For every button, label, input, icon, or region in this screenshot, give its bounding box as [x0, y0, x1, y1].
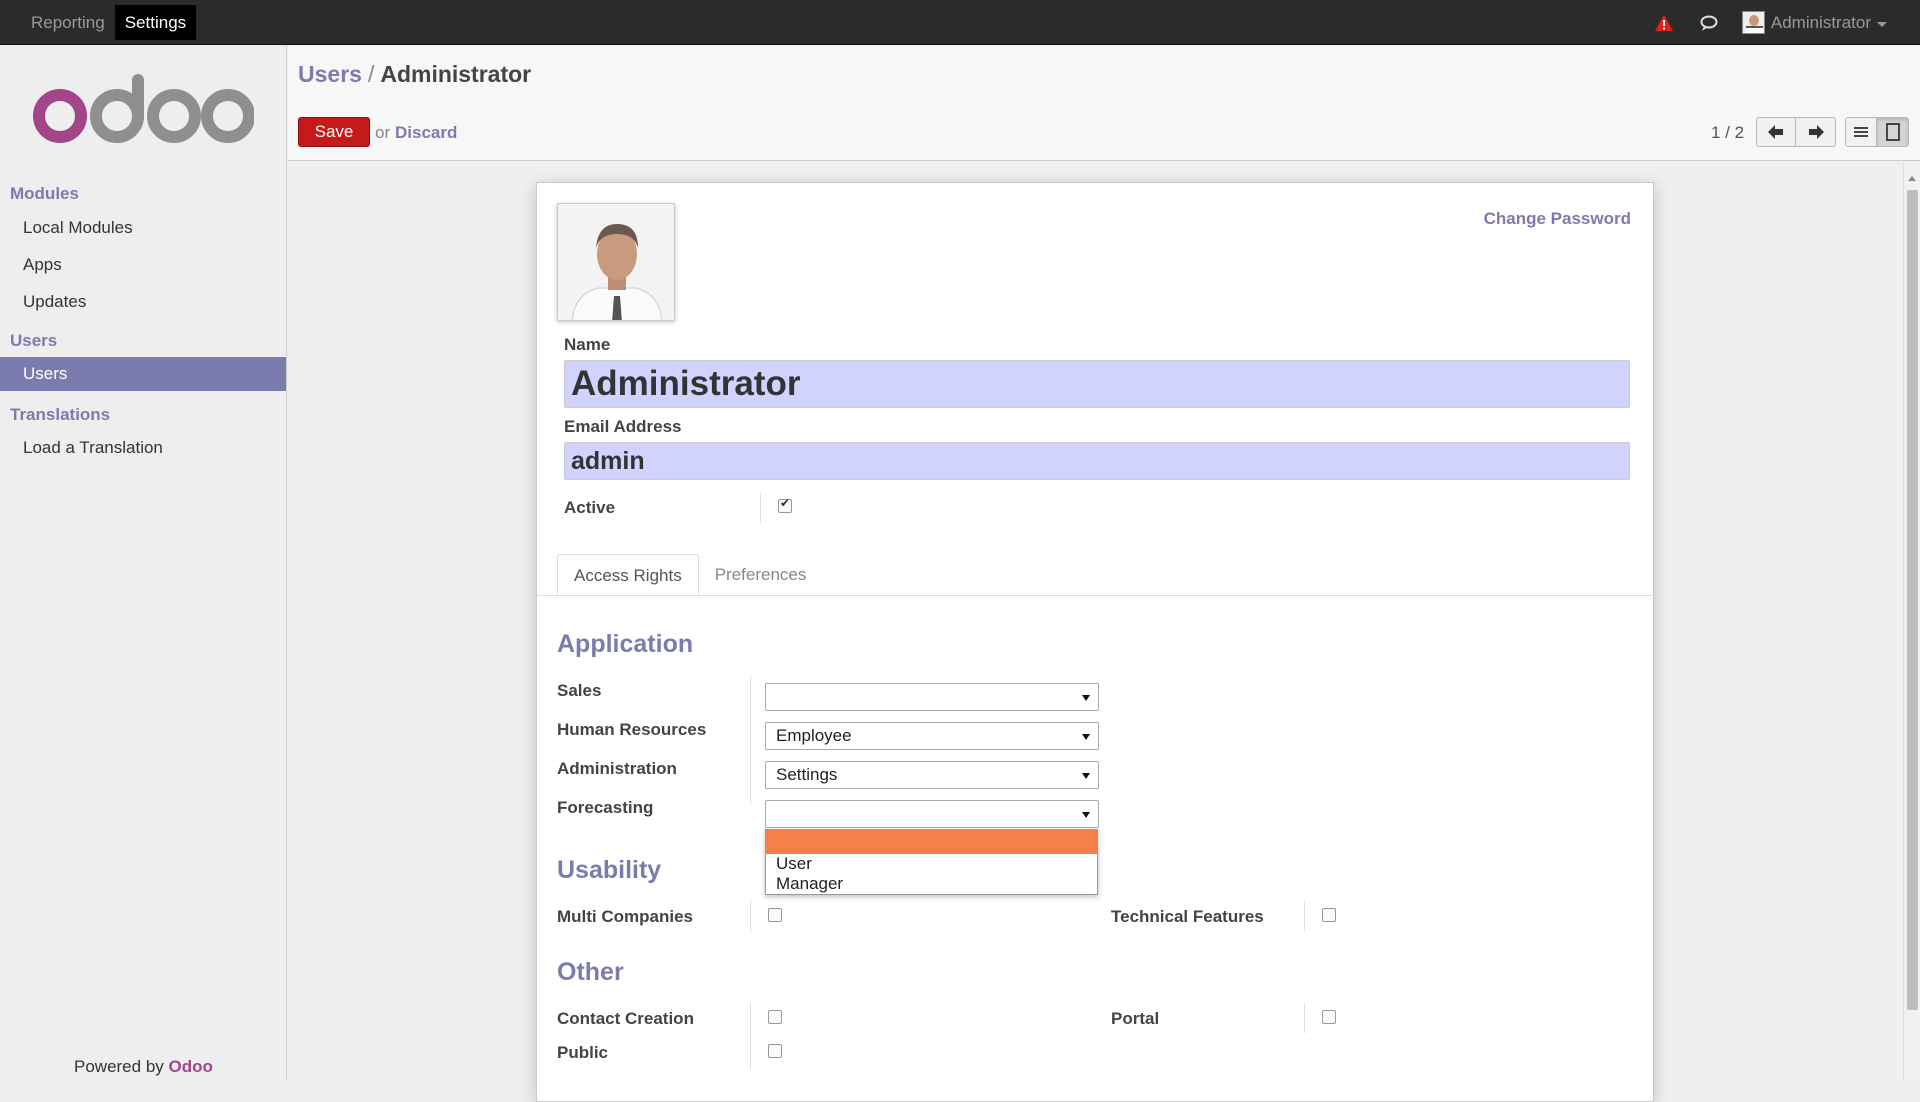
or-label: or — [375, 123, 391, 142]
divider — [760, 493, 761, 523]
arrow-left-icon — [1768, 125, 1783, 139]
tab-preferences[interactable]: Preferences — [699, 554, 823, 595]
sales-select[interactable] — [765, 683, 1099, 711]
form-view-button[interactable] — [1877, 117, 1909, 147]
divider — [750, 901, 751, 931]
pager-next-button[interactable] — [1796, 117, 1836, 147]
portal-label: Portal — [1111, 1009, 1160, 1028]
name-input[interactable]: Administrator — [564, 360, 1630, 408]
sidebar-section-modules: Modules — [10, 184, 79, 203]
sales-label: Sales — [557, 681, 602, 700]
divider — [750, 1003, 751, 1069]
user-photo[interactable] — [557, 203, 675, 321]
public-label: Public — [557, 1043, 609, 1062]
sidebar-item-updates[interactable]: Updates — [0, 285, 286, 319]
tab-access-rights[interactable]: Access Rights — [557, 554, 699, 595]
multi-companies-checkbox[interactable] — [768, 908, 782, 922]
sidebar-section-users: Users — [10, 331, 58, 350]
menu-reporting[interactable]: Reporting — [21, 5, 115, 40]
divider — [1304, 1003, 1305, 1033]
scrollbar-thumb[interactable] — [1907, 190, 1918, 1010]
vertical-scrollbar[interactable] — [1903, 162, 1920, 1080]
divider — [1304, 901, 1305, 931]
contact-creation-checkbox[interactable] — [768, 1010, 782, 1024]
powered-by-link[interactable]: Odoo — [169, 1057, 213, 1076]
portal-checkbox[interactable] — [1322, 1010, 1336, 1024]
app-menu: Reporting Settings — [21, 5, 197, 40]
email-input[interactable]: admin — [564, 442, 1630, 480]
active-checkbox[interactable] — [778, 496, 792, 513]
user-menu-label[interactable]: Administrator — [1771, 13, 1871, 33]
sidebar-item-users[interactable]: Users — [0, 357, 286, 391]
scroll-up-icon[interactable] — [1908, 176, 1916, 181]
sidebar-item-apps[interactable]: Apps — [0, 248, 286, 282]
name-label: Name — [564, 335, 611, 354]
top-navbar: Reporting Settings Administrator — [0, 0, 1920, 45]
sidebar-section-translations: Translations — [10, 405, 111, 424]
breadcrumb-users-link[interactable]: Users — [298, 61, 362, 87]
form-tabs: Access Rights Preferences — [557, 554, 822, 596]
breadcrumb: Users / Administrator — [298, 61, 531, 88]
administration-select[interactable]: Settings — [765, 761, 1099, 789]
forecasting-label: Forecasting — [557, 798, 654, 817]
usability-section-title: Usability — [557, 856, 662, 884]
list-icon — [1854, 127, 1868, 137]
chat-icon[interactable] — [1700, 14, 1720, 32]
pager-value[interactable]: 1 / 2 — [1711, 123, 1744, 143]
arrow-right-icon — [1808, 125, 1824, 139]
list-view-button[interactable] — [1845, 117, 1877, 147]
pager-previous-button[interactable] — [1756, 117, 1796, 147]
powered-by: Powered by Odoo — [74, 1057, 213, 1077]
warning-icon[interactable] — [1654, 14, 1674, 32]
sidebar-item-load-translation[interactable]: Load a Translation — [0, 431, 286, 465]
divider — [750, 677, 751, 803]
user-portrait-image — [558, 204, 674, 320]
application-section-title: Application — [557, 630, 694, 658]
active-label: Active — [564, 498, 616, 517]
other-section-title: Other — [557, 958, 624, 986]
contact-creation-label: Contact Creation — [557, 1009, 694, 1028]
forecasting-dropdown-list: User Manager — [765, 829, 1098, 895]
human-resources-label: Human Resources — [557, 720, 707, 739]
powered-by-prefix: Powered by — [74, 1057, 164, 1076]
odoo-logo — [33, 74, 254, 143]
forecasting-select[interactable] — [765, 800, 1099, 828]
form-sheet: Change Password Name Administrator Email… — [536, 182, 1654, 1102]
sidebar-item-local-modules[interactable]: Local Modules — [0, 211, 286, 245]
user-avatar[interactable] — [1741, 11, 1765, 34]
dropdown-option-empty[interactable] — [766, 830, 1097, 854]
pager-buttons — [1756, 117, 1836, 147]
change-password-button[interactable]: Change Password — [1484, 209, 1631, 229]
administration-label: Administration — [557, 759, 677, 778]
save-button[interactable]: Save — [298, 117, 370, 147]
breadcrumb-current: Administrator — [380, 61, 532, 87]
breadcrumb-separator: / — [367, 61, 375, 87]
multi-companies-label: Multi Companies — [557, 907, 694, 926]
dropdown-option-manager[interactable]: Manager — [766, 874, 1097, 894]
chevron-down-icon[interactable] — [1877, 22, 1887, 27]
technical-features-label: Technical Features — [1111, 907, 1264, 926]
email-label: Email Address — [564, 417, 682, 436]
form-icon — [1885, 123, 1900, 141]
technical-features-checkbox[interactable] — [1322, 908, 1336, 922]
view-switcher — [1845, 117, 1909, 147]
sidebar: Modules Local Modules Apps Updates Users… — [0, 45, 287, 1080]
form-content-area: Change Password Name Administrator Email… — [288, 162, 1920, 1102]
human-resources-select[interactable]: Employee — [765, 722, 1099, 750]
discard-button[interactable]: Discard — [395, 123, 457, 143]
public-checkbox[interactable] — [768, 1044, 782, 1058]
control-panel: Users / Administrator Save or Discard 1 / … — [288, 45, 1920, 161]
menu-settings[interactable]: Settings — [114, 5, 197, 40]
dropdown-option-user[interactable]: User — [766, 854, 1097, 874]
